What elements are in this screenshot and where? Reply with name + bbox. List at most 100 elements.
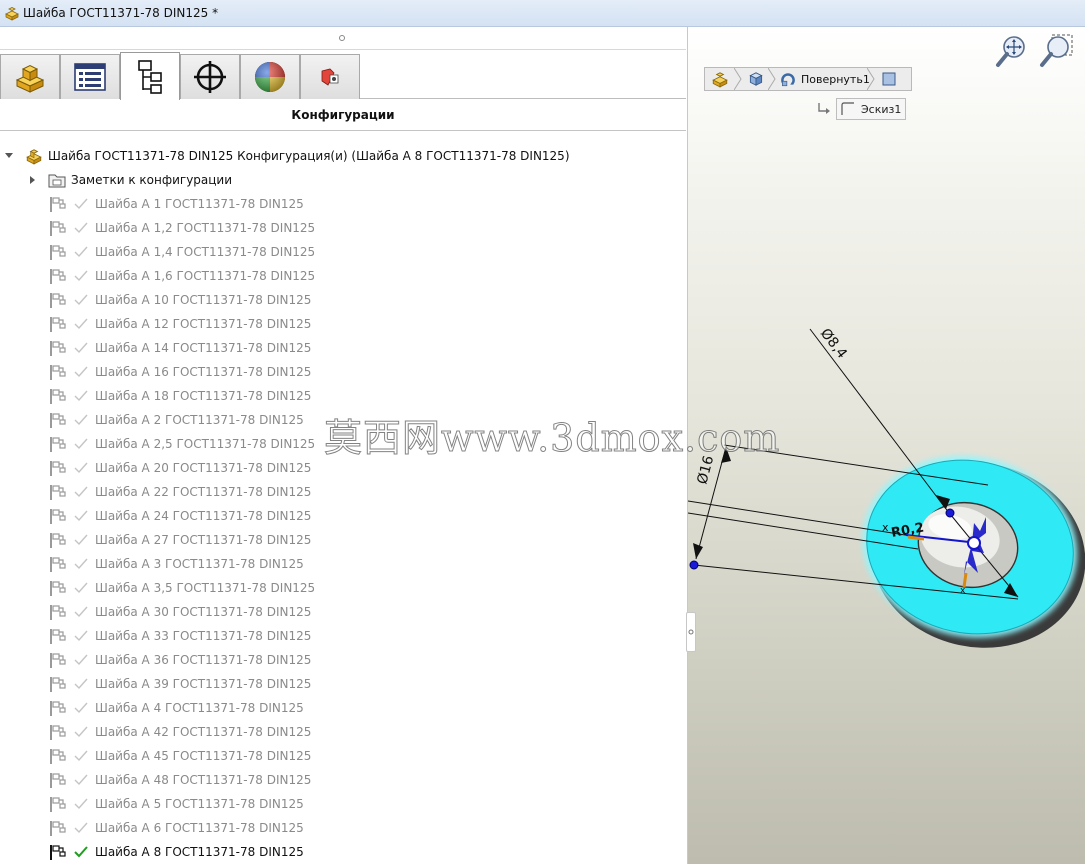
checkmark-icon xyxy=(74,486,88,498)
configuration-label: Шайба А 1,6 ГОСТ11371-78 DIN125 xyxy=(95,269,316,283)
dimxpert-tab[interactable] xyxy=(180,54,240,99)
configuration-label: Шайба А 4 ГОСТ11371-78 DIN125 xyxy=(95,701,304,715)
checkmark-icon xyxy=(74,654,88,666)
configuration-label: Шайба А 24 ГОСТ11371-78 DIN125 xyxy=(95,509,312,523)
graphics-area[interactable]: Повернуть1 Эскиз1 Ø8,4 Ø16 R0,2 x x xyxy=(688,27,1085,864)
checkmark-icon xyxy=(74,558,88,570)
checkmark-icon xyxy=(74,270,88,282)
crosshair-icon xyxy=(194,61,226,93)
configuration-label: Шайба А 20 ГОСТ11371-78 DIN125 xyxy=(95,461,312,475)
pane-splitter-handle[interactable] xyxy=(339,35,345,41)
diameter-dimension[interactable]: Ø16 xyxy=(694,454,717,486)
checkmark-icon xyxy=(74,342,88,354)
configuration-label: Шайба А 3,5 ГОСТ11371-78 DIN125 xyxy=(95,581,316,595)
configuration-icon xyxy=(50,677,66,692)
configuration-row[interactable]: Шайба А 18 ГОСТ11371-78 DIN125 xyxy=(0,384,686,408)
checkmark-icon xyxy=(74,222,88,234)
configuration-icon xyxy=(50,269,66,284)
outer-diameter-dimension[interactable]: Ø8,4 xyxy=(817,326,850,362)
configuration-row[interactable]: Шайба А 3,5 ГОСТ11371-78 DIN125 xyxy=(0,576,686,600)
expand-arrow-icon[interactable] xyxy=(28,175,38,185)
window-title: Шайба ГОСТ11371-78 DIN125 * xyxy=(23,6,219,20)
checkmark-icon xyxy=(74,246,88,258)
checkmark-icon xyxy=(74,702,88,714)
configuration-row[interactable]: Шайба А 42 ГОСТ11371-78 DIN125 xyxy=(0,720,686,744)
checkmark-icon xyxy=(74,510,88,522)
configuration-label: Шайба А 1,4 ГОСТ11371-78 DIN125 xyxy=(95,245,316,259)
panel-title: Конфигурации xyxy=(0,100,686,131)
configuration-row[interactable]: Шайба А 2 ГОСТ11371-78 DIN125 xyxy=(0,408,686,432)
collapse-arrow-icon[interactable] xyxy=(4,151,14,161)
title-bar: Шайба ГОСТ11371-78 DIN125 * xyxy=(0,0,1085,27)
appearance-tab[interactable] xyxy=(240,54,300,99)
configuration-label: Шайба А 2 ГОСТ11371-78 DIN125 xyxy=(95,413,304,427)
configuration-row[interactable]: Шайба А 12 ГОСТ11371-78 DIN125 xyxy=(0,312,686,336)
tree-notes-label: Заметки к конфигурации xyxy=(71,173,233,187)
configuration-icon xyxy=(50,221,66,236)
cam-tab[interactable] xyxy=(300,54,360,99)
configuration-row[interactable]: Шайба А 48 ГОСТ11371-78 DIN125 xyxy=(0,768,686,792)
configuration-row[interactable]: Шайба А 14 ГОСТ11371-78 DIN125 xyxy=(0,336,686,360)
configuration-row[interactable]: Шайба А 1,6 ГОСТ11371-78 DIN125 xyxy=(0,264,686,288)
configuration-row[interactable]: Шайба А 6 ГОСТ11371-78 DIN125 xyxy=(0,816,686,840)
configuration-row[interactable]: Шайба А 16 ГОСТ11371-78 DIN125 xyxy=(0,360,686,384)
configuration-row[interactable]: Шайба А 30 ГОСТ11371-78 DIN125 xyxy=(0,600,686,624)
configuration-row[interactable]: Шайба А 10 ГОСТ11371-78 DIN125 xyxy=(0,288,686,312)
configuration-row[interactable]: Шайба А 2,5 ГОСТ11371-78 DIN125 xyxy=(0,432,686,456)
configuration-icon xyxy=(50,533,66,548)
configuration-row[interactable]: Шайба А 36 ГОСТ11371-78 DIN125 xyxy=(0,648,686,672)
tree-root-row[interactable]: Шайба ГОСТ11371-78 DIN125 Конфигурация(и… xyxy=(0,144,686,168)
checkmark-icon xyxy=(74,390,88,402)
configuration-label: Шайба А 18 ГОСТ11371-78 DIN125 xyxy=(95,389,312,403)
configuration-row[interactable]: Шайба А 20 ГОСТ11371-78 DIN125 xyxy=(0,456,686,480)
configuration-row[interactable]: Шайба А 33 ГОСТ11371-78 DIN125 xyxy=(0,624,686,648)
configuration-label: Шайба А 1,2 ГОСТ11371-78 DIN125 xyxy=(95,221,316,235)
color-sphere-icon xyxy=(255,62,285,92)
washer-model[interactable]: Ø8,4 Ø16 R0,2 x x xyxy=(688,27,1085,864)
configuration-row[interactable]: Шайба А 39 ГОСТ11371-78 DIN125 xyxy=(0,672,686,696)
pane-collapse-handle[interactable] xyxy=(686,612,696,652)
configuration-row[interactable]: Шайба А 1 ГОСТ11371-78 DIN125 xyxy=(0,192,686,216)
configuration-label: Шайба А 22 ГОСТ11371-78 DIN125 xyxy=(95,485,312,499)
configuration-row[interactable]: Шайба А 1,4 ГОСТ11371-78 DIN125 xyxy=(0,240,686,264)
configuration-label: Шайба А 33 ГОСТ11371-78 DIN125 xyxy=(95,629,312,643)
configuration-label: Шайба А 39 ГОСТ11371-78 DIN125 xyxy=(95,677,312,691)
configuration-row[interactable]: Шайба А 24 ГОСТ11371-78 DIN125 xyxy=(0,504,686,528)
configurationmanager-tab[interactable] xyxy=(120,52,180,100)
configuration-icon xyxy=(50,773,66,788)
configuration-row[interactable]: Шайба А 27 ГОСТ11371-78 DIN125 xyxy=(0,528,686,552)
checkmark-icon xyxy=(74,318,88,330)
dot-icon xyxy=(688,629,694,635)
configuration-row[interactable]: Шайба А 4 ГОСТ11371-78 DIN125 xyxy=(0,696,686,720)
configuration-label: Шайба А 16 ГОСТ11371-78 DIN125 xyxy=(95,365,312,379)
featuremanager-tab[interactable] xyxy=(0,54,60,99)
checkmark-icon xyxy=(74,678,88,690)
tree-notes-row[interactable]: Заметки к конфигурации xyxy=(0,168,686,192)
propertymanager-tab[interactable] xyxy=(60,54,120,99)
configuration-row[interactable]: Шайба А 45 ГОСТ11371-78 DIN125 xyxy=(0,744,686,768)
configuration-row[interactable]: Шайба А 1,2 ГОСТ11371-78 DIN125 xyxy=(0,216,686,240)
configuration-label: Шайба А 27 ГОСТ11371-78 DIN125 xyxy=(95,533,312,547)
configuration-icon xyxy=(50,605,66,620)
configuration-icon xyxy=(50,317,66,332)
configuration-label: Шайба А 48 ГОСТ11371-78 DIN125 xyxy=(95,773,312,787)
configuration-label: Шайба А 45 ГОСТ11371-78 DIN125 xyxy=(95,749,312,763)
configuration-label: Шайба А 1 ГОСТ11371-78 DIN125 xyxy=(95,197,304,211)
checkmark-icon xyxy=(74,726,88,738)
configuration-row[interactable]: Шайба А 3 ГОСТ11371-78 DIN125 xyxy=(0,552,686,576)
svg-text:x: x xyxy=(960,586,966,596)
part-icon xyxy=(15,64,45,93)
configuration-label: Шайба А 8 ГОСТ11371-78 DIN125 xyxy=(95,845,304,859)
configuration-icon xyxy=(50,509,66,524)
manager-tabbar xyxy=(0,49,686,100)
configuration-icon xyxy=(50,557,66,572)
configuration-row-active[interactable]: Шайба А 8 ГОСТ11371-78 DIN125 xyxy=(0,840,686,864)
configuration-row[interactable]: Шайба А 22 ГОСТ11371-78 DIN125 xyxy=(0,480,686,504)
configuration-icon xyxy=(50,245,66,260)
configuration-icon xyxy=(50,413,66,428)
configuration-icon xyxy=(50,581,66,596)
manager-pane: Конфигурации Шайба ГОСТ11371-78 DIN125 К… xyxy=(0,27,688,864)
checkmark-icon xyxy=(74,366,88,378)
configuration-row[interactable]: Шайба А 5 ГОСТ11371-78 DIN125 xyxy=(0,792,686,816)
part-icon xyxy=(26,149,42,165)
